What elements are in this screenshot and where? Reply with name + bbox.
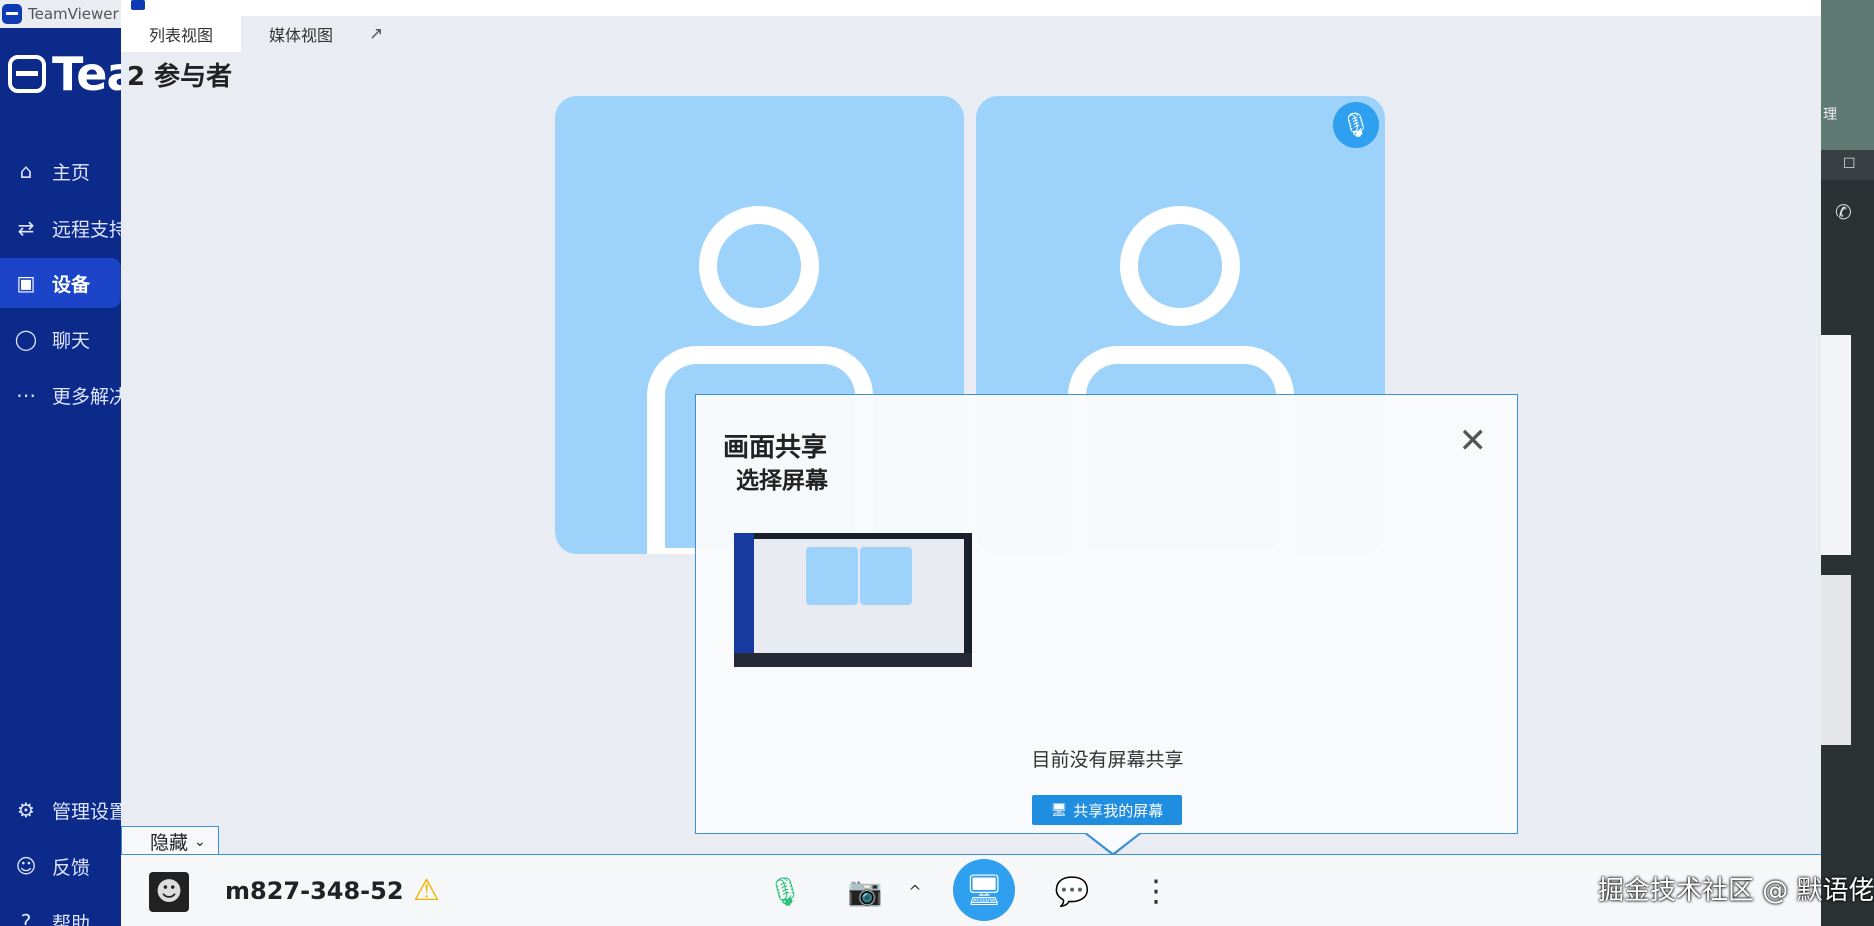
gear-icon: ⚙ [17, 798, 35, 822]
nav-item-label: 远程支持 [52, 218, 121, 241]
background-window [1821, 575, 1851, 745]
help-icon: ? [20, 910, 32, 926]
background-desktop: 理 ☐ ✆ [1821, 0, 1874, 926]
nav-item-help[interactable]: ? 帮助 [0, 897, 121, 926]
nav-item-chat[interactable]: ◯ 聊天 [0, 314, 121, 364]
feedback-icon: ☺ [15, 854, 37, 878]
nav-item-remote-support[interactable]: ⇄ 远程支持 [0, 203, 121, 253]
participants-count: 2 参与者 [127, 62, 233, 92]
no-share-text: 目前没有屏幕共享 [1031, 749, 1184, 771]
hide-toggle[interactable]: 隐藏 ⌄ [121, 826, 219, 856]
nav-item-more-solutions[interactable]: ⋯ 更多解决 [0, 370, 121, 420]
thumb-sidebar [734, 533, 754, 667]
avatar-head-icon [699, 206, 819, 326]
nav-item-label: 帮助 [52, 912, 91, 926]
hide-label: 隐藏 [150, 832, 189, 854]
more-options-button[interactable]: ⋮ [1141, 867, 1171, 915]
share-my-screen-button[interactable]: 🖥 共享我的屏幕 [1032, 795, 1182, 825]
control-bar: ☻ m827-348-52 ⚠ 🎙 📷 ^ 🖥 💬 ⋮ [121, 854, 1821, 926]
avatar-head-icon [1120, 206, 1240, 326]
thumb-tile [860, 547, 912, 605]
nav-item-label: 聊天 [52, 329, 91, 352]
devices-icon: ▣ [16, 271, 36, 295]
nav-item-label: 反馈 [52, 856, 91, 879]
background-landscape [1821, 0, 1874, 150]
external-link-icon[interactable]: ↗ [369, 24, 383, 44]
ellipsis-icon: ⋯ [16, 383, 36, 407]
speaking-mic-icon: 🎙 [1333, 102, 1379, 148]
view-tabs: 列表视图 媒体视图 ↗ [121, 16, 383, 52]
phone-icon: ✆ [1835, 200, 1852, 224]
close-icon[interactable]: ✕ [1459, 421, 1488, 461]
swap-arrows-icon: ⇄ [17, 216, 35, 240]
meeting-window: 列表视图 媒体视图 ↗ 2 参与者 🎙 画面共享 选择屏幕 ✕ 目前没有屏幕共享… [121, 0, 1821, 926]
nav-item-label: 设备 [52, 273, 91, 296]
meeting-id: m827-348-52 [225, 877, 404, 905]
nav-item-home[interactable]: ⌂ 主页 [0, 146, 121, 196]
dialog-subtitle: 选择屏幕 [736, 468, 828, 494]
chevron-down-icon: ⌄ [194, 833, 206, 850]
tab-media-view[interactable]: 媒体视图 [241, 16, 361, 52]
dialog-pointer [1085, 833, 1141, 856]
screen-thumbnail[interactable] [734, 533, 972, 667]
chat-bubble-icon: ◯ [14, 327, 38, 351]
meeting-titlebar [121, 0, 1821, 16]
teamviewer-brand: Tea [0, 28, 121, 120]
share-button-label: 共享我的屏幕 [1073, 802, 1164, 820]
camera-off-button[interactable]: 📷 [839, 867, 891, 915]
teamviewer-titlebar: TeamViewer [0, 0, 121, 28]
thumb-window [754, 539, 964, 653]
home-icon: ⌂ [19, 159, 33, 183]
background-window [1821, 335, 1851, 555]
thumb-tile [806, 547, 858, 605]
teamviewer-title: TeamViewer [28, 5, 119, 23]
chat-button[interactable]: 💬 [1049, 867, 1095, 915]
screen-share-dialog: 画面共享 选择屏幕 ✕ 目前没有屏幕共享 🖥 共享我的屏幕 [695, 394, 1518, 834]
teamviewer-brand-icon [8, 55, 46, 93]
microphone-button[interactable]: 🎙 [765, 867, 805, 915]
nav-item-label: 更多解决 [52, 385, 121, 408]
meeting-app-icon [131, 0, 145, 10]
thumb-taskbar [734, 653, 972, 667]
screen-share-button[interactable]: 🖥 [953, 859, 1015, 921]
dialog-title: 画面共享 [723, 433, 828, 463]
screen-share-icon: 🖥 [1050, 802, 1068, 817]
nav-item-label: 主页 [52, 161, 91, 184]
teamviewer-sidebar: TeamViewer Tea ⌂ 主页 ⇄ 远程支持 ▣ 设备 ◯ 聊天 ⋯ 更… [0, 0, 121, 926]
nav-item-admin-settings[interactable]: ⚙ 管理设置 [0, 785, 121, 835]
watermark: 掘金技术社区 @ 默语佬 [1598, 876, 1874, 906]
background-text: 理 [1823, 107, 1837, 123]
tab-list-view[interactable]: 列表视图 [121, 16, 242, 52]
nav-item-label: 管理设置 [52, 800, 121, 823]
nav-item-feedback[interactable]: ☺ 反馈 [0, 841, 121, 891]
nav-item-devices[interactable]: ▣ 设备 [0, 258, 121, 308]
teamviewer-brand-text: Tea [52, 47, 121, 101]
teamviewer-logo-icon [2, 4, 22, 24]
chevron-up-icon[interactable]: ^ [905, 867, 925, 915]
avatar[interactable]: ☻ [149, 872, 189, 912]
warning-icon[interactable]: ⚠ [413, 873, 440, 908]
maximize-icon: ☐ [1843, 156, 1856, 172]
